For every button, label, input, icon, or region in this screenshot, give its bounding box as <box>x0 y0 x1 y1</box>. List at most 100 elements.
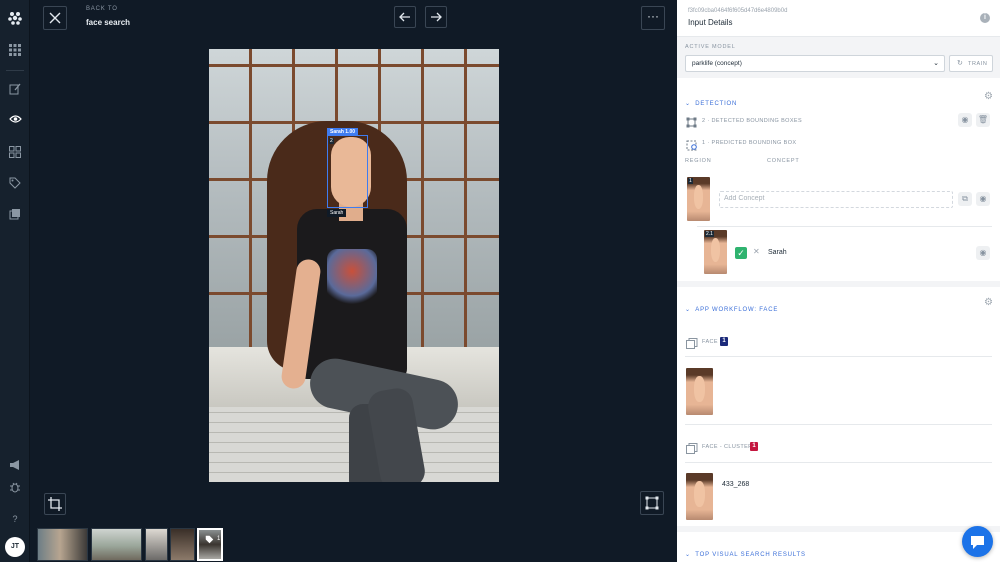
concept-column-header: CONCEPT <box>767 158 800 164</box>
more-horizontal-icon: ··· <box>647 9 659 23</box>
thumbnail[interactable] <box>37 528 88 561</box>
train-label: TRAIN <box>968 61 988 67</box>
add-concept-field[interactable] <box>719 191 953 208</box>
visual-search-title: TOP VISUAL SEARCH RESULTS <box>695 552 806 558</box>
visibility-toggle[interactable]: ◉ <box>958 113 972 127</box>
bounding-boxes-icon <box>686 115 697 133</box>
chat-icon <box>971 536 984 549</box>
avatar[interactable]: JT <box>5 537 25 557</box>
thumbnail[interactable] <box>91 528 142 561</box>
region-thumbnail[interactable]: 1 <box>687 177 710 221</box>
model-output-icon <box>686 336 698 354</box>
eye-icon[interactable] <box>8 114 22 128</box>
next-button[interactable] <box>425 6 447 28</box>
workflow-title: APP WORKFLOW: FACE <box>695 307 779 313</box>
trash-icon: 🗑 <box>977 115 989 124</box>
refresh-icon: ↻ <box>957 60 963 67</box>
active-model-label: ACTIVE MODEL <box>685 44 736 50</box>
chat-button[interactable] <box>962 526 993 557</box>
eye-icon: ◉ <box>979 194 987 203</box>
face-count-badge: 1 <box>720 337 728 346</box>
cluster-id: 433_268 <box>722 481 750 488</box>
info-icon[interactable]: i <box>980 13 990 23</box>
bounding-box-index: 2 <box>329 138 334 144</box>
cluster-result-thumbnail[interactable] <box>686 473 713 520</box>
copy-button[interactable]: ⧉ <box>958 192 972 206</box>
thumbnail[interactable] <box>170 528 195 561</box>
accept-concept-checkbox[interactable]: ✓ <box>735 247 747 259</box>
panel-header: f3fc09cba0464f6f605d47d6e4809b0d Input D… <box>677 0 1000 37</box>
edit-icon[interactable] <box>8 83 22 97</box>
detected-boxes-text: 2 · DETECTED BOUNDING BOXES <box>702 118 803 124</box>
chevron-down-icon: ⌄ <box>685 307 691 313</box>
left-rail: ? JT <box>0 0 30 562</box>
tag-icon <box>205 535 214 546</box>
arrow-right-icon <box>431 12 442 22</box>
chevron-down-icon: ⌄ <box>933 60 939 67</box>
visibility-toggle[interactable]: ◉ <box>976 246 990 260</box>
cluster-count-badge: 1 <box>750 442 758 451</box>
detection-section-header[interactable]: ⌄ DETECTION <box>685 92 737 110</box>
workflow-section-header[interactable]: ⌄ APP WORKFLOW: FACE <box>685 298 778 316</box>
chevron-down-icon: ⌄ <box>685 101 691 107</box>
train-button[interactable]: ↻ TRAIN <box>949 55 993 72</box>
close-icon: ✕ <box>753 247 760 256</box>
detection-title: DETECTION <box>695 101 738 107</box>
bounding-box-name: Sarah <box>327 209 347 217</box>
input-details-panel: f3fc09cba0464f6f605d47d6e4809b0d Input D… <box>677 0 1000 562</box>
face-bounding-box[interactable] <box>327 135 368 208</box>
bug-icon[interactable] <box>8 481 22 495</box>
bounding-box-icon <box>645 496 659 510</box>
draw-bounding-box-button[interactable] <box>640 491 664 515</box>
thumbnail[interactable] <box>145 528 168 561</box>
check-icon: ✓ <box>737 248 745 258</box>
help-icon[interactable]: ? <box>8 512 22 526</box>
tag-icon[interactable] <box>8 177 22 191</box>
crop-icon <box>48 497 62 511</box>
region-column-header: REGION <box>685 158 712 164</box>
region-index: 1 <box>688 178 693 184</box>
input-id: f3fc09cba0464f6f605d47d6e4809b0d <box>688 8 788 14</box>
delete-button[interactable]: 🗑 <box>976 113 990 127</box>
active-model-value: parklife (concept) <box>692 60 742 67</box>
apps-grid-icon[interactable] <box>8 44 22 58</box>
predicted-box-icon <box>686 138 698 156</box>
back-to-label: BACK TO <box>86 6 118 12</box>
clarifai-logo-icon[interactable] <box>7 10 23 26</box>
face-result-thumbnail[interactable] <box>686 368 713 415</box>
input-image[interactable] <box>209 49 499 482</box>
thumbnail-badge: 1 <box>217 536 221 542</box>
eye-icon: ◉ <box>961 115 969 124</box>
panel-title: Input Details <box>688 18 733 27</box>
settings-gear-icon[interactable]: ⚙ <box>984 91 993 102</box>
sub-region-index: 2.1 <box>705 231 714 237</box>
face-cluster-label: FACE - CLUSTER <box>702 444 753 450</box>
add-concept-input[interactable] <box>724 195 944 202</box>
bounding-box-tag: Sarah 1.00 <box>327 128 359 136</box>
close-icon <box>49 12 61 24</box>
back-to-link[interactable]: face search <box>86 18 130 27</box>
chevron-down-icon: ⌄ <box>685 552 691 558</box>
eye-icon: ◉ <box>979 248 987 257</box>
dashboard-icon[interactable] <box>8 146 22 160</box>
megaphone-icon[interactable] <box>8 459 22 473</box>
sub-region-thumbnail[interactable]: 2.1 <box>704 230 727 274</box>
settings-gear-icon[interactable]: ⚙ <box>984 297 993 308</box>
concept-name: Sarah <box>768 249 787 256</box>
predicted-box-text: 1 · PREDICTED BOUNDING BOX <box>702 140 797 146</box>
model-output-icon <box>686 441 698 459</box>
collections-icon[interactable] <box>8 208 22 222</box>
close-button[interactable] <box>43 6 67 30</box>
more-options-button[interactable]: ··· <box>641 6 665 30</box>
copy-icon: ⧉ <box>962 194 968 203</box>
arrow-left-icon <box>399 12 410 22</box>
rail-divider <box>6 70 24 71</box>
visibility-toggle[interactable]: ◉ <box>976 192 990 206</box>
visual-search-section-header[interactable]: ⌄ TOP VISUAL SEARCH RESULTS <box>685 543 806 561</box>
previous-button[interactable] <box>394 6 416 28</box>
reject-concept-button[interactable]: ✕ <box>753 247 760 256</box>
face-label: FACE <box>702 339 718 345</box>
active-model-select[interactable]: parklife (concept) ⌄ <box>685 55 945 72</box>
crop-button[interactable] <box>44 493 66 515</box>
thumbnail-selected[interactable]: 1 <box>197 528 223 561</box>
